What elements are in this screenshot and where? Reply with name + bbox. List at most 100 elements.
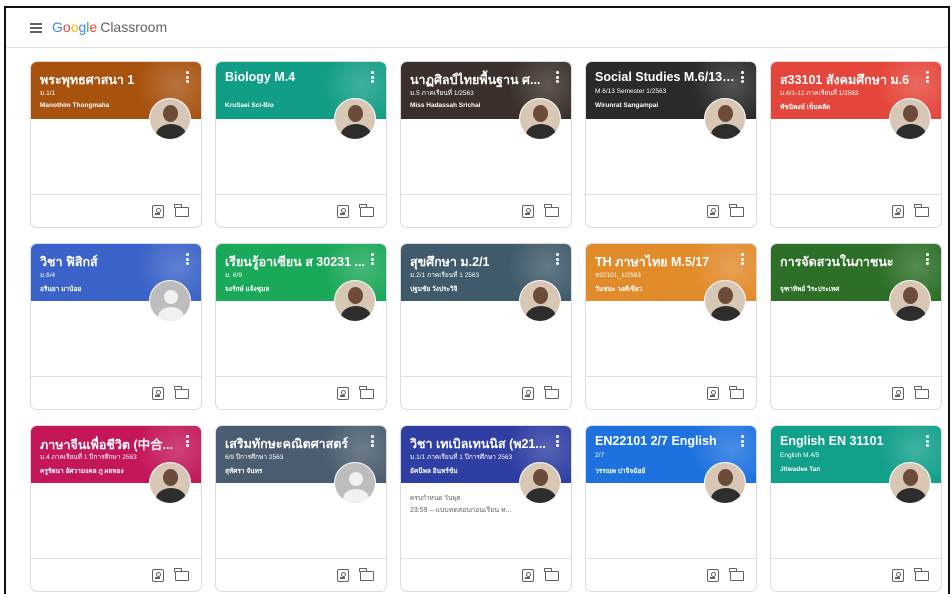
class-card[interactable]: การจัดสวนในภาชนะ จุฑาทิพย์ วิระประเทศ <box>770 243 942 410</box>
folder-icon[interactable] <box>729 386 744 399</box>
folder-icon[interactable] <box>914 204 929 217</box>
more-options-icon[interactable] <box>741 71 744 83</box>
class-card-footer <box>586 194 756 227</box>
more-options-icon[interactable] <box>186 71 189 83</box>
class-title[interactable]: Social Studies M.6/13 ... <box>595 70 735 84</box>
upcoming-assignment[interactable]: ครบกำหนด วันพุธ 23:59 – แบบทดสอบก่อนเรียน… <box>410 493 525 517</box>
class-section: ท32101_1/2563 <box>595 272 641 279</box>
class-card[interactable]: เรียนรู้อาเซียน ส 30231 ... ม. 6/9 จงรักษ์… <box>215 243 387 410</box>
assignment-icon[interactable] <box>152 205 164 218</box>
assignment-due: ครบกำหนด วันพุธ <box>410 495 461 502</box>
more-options-icon[interactable] <box>926 435 929 447</box>
class-card[interactable]: ส33101 สังคมศึกษา ม.6 ม.6/1-12 ภาคเรียนที… <box>770 61 942 228</box>
class-title[interactable]: Biology M.4 <box>225 70 365 84</box>
class-title[interactable]: วิชา เทเบิลเทนนิส (พ21... <box>410 434 550 454</box>
folder-icon[interactable] <box>359 204 374 217</box>
class-card[interactable]: สุขศึกษา ม.2/1 ม.2/1 ภาคเรียนที่ 1 2563 ปฐ… <box>400 243 572 410</box>
class-card[interactable]: EN22101 2/7 English 2/7 วรรณพ ปาจิจฉัยย์ <box>585 425 757 592</box>
more-options-icon[interactable] <box>186 253 189 265</box>
class-card[interactable]: วิชา ฟิสิกส์ ม.6/4 อรินยา มาน้อย <box>30 243 202 410</box>
class-card-footer <box>216 194 386 227</box>
assignment-icon[interactable] <box>522 387 534 400</box>
class-teacher: สุทัศรา จันทร <box>225 468 263 475</box>
logo-letter: G <box>52 19 63 35</box>
assignment-icon[interactable] <box>707 387 719 400</box>
class-card-footer <box>216 376 386 409</box>
class-card[interactable]: Biology M.4 KruSaei Sci-Bio <box>215 61 387 228</box>
teacher-avatar <box>704 280 746 322</box>
assignment-icon[interactable] <box>522 569 534 582</box>
assignment-icon[interactable] <box>337 569 349 582</box>
more-options-icon[interactable] <box>926 253 929 265</box>
class-teacher: Miss Hadassah Srichai <box>410 102 481 109</box>
folder-icon[interactable] <box>174 386 189 399</box>
class-card[interactable]: Social Studies M.6/13 ... M.6/13 Semester… <box>585 61 757 228</box>
more-options-icon[interactable] <box>741 435 744 447</box>
assignment-icon[interactable] <box>707 205 719 218</box>
class-title[interactable]: EN22101 2/7 English <box>595 434 735 448</box>
teacher-avatar <box>889 462 931 504</box>
folder-icon[interactable] <box>174 204 189 217</box>
folder-icon[interactable] <box>544 386 559 399</box>
assignment-icon[interactable] <box>152 569 164 582</box>
class-section: English M.4/5 <box>780 452 820 459</box>
class-title[interactable]: นาฏศิลป์ไทยพื้นฐาน ศ... <box>410 70 550 90</box>
class-teacher: วันชนะ วงศ์เขียว <box>595 286 643 293</box>
more-options-icon[interactable] <box>556 253 559 265</box>
class-card[interactable]: English EN 31101 English M.4/5 Jitwadee Ta… <box>770 425 942 592</box>
google-classroom-logo[interactable]: Google Classroom <box>52 19 167 35</box>
class-title[interactable]: การจัดสวนในภาชนะ <box>780 252 920 272</box>
class-card-footer <box>216 558 386 591</box>
class-section: ม.4 ภาคเรียนที่ 1 ปีการศึกษา 2563 <box>40 454 137 461</box>
assignment-icon[interactable] <box>337 205 349 218</box>
class-card[interactable]: พระพุทธศาสนา 1 ม.1/1 Manothim Thongmaha <box>30 61 202 228</box>
class-teacher: Jitwadee Tan <box>780 466 821 473</box>
class-title[interactable]: สุขศึกษา ม.2/1 <box>410 252 550 272</box>
hamburger-menu-icon[interactable] <box>30 23 42 33</box>
class-title[interactable]: เรียนรู้อาเซียน ส 30231 ... <box>225 252 365 272</box>
folder-icon[interactable] <box>914 568 929 581</box>
assignment-icon[interactable] <box>892 387 904 400</box>
assignment-icon[interactable] <box>707 569 719 582</box>
assignment-title[interactable]: 23:59 – แบบทดสอบก่อนเรียน ห... <box>410 505 525 517</box>
more-options-icon[interactable] <box>371 71 374 83</box>
class-card[interactable]: วิชา เทเบิลเทนนิส (พ21... ม.1/1 ภาคเรียนท… <box>400 425 572 592</box>
folder-icon[interactable] <box>729 568 744 581</box>
class-card[interactable]: นาฏศิลป์ไทยพื้นฐาน ศ... ม.5 ภาคเรียนที่ 1… <box>400 61 572 228</box>
assignment-icon[interactable] <box>892 569 904 582</box>
more-options-icon[interactable] <box>926 71 929 83</box>
class-title[interactable]: English EN 31101 <box>780 434 920 448</box>
teacher-avatar <box>889 280 931 322</box>
class-card[interactable]: ภาษาจีนเพื่อชีวิต (中合... ม.4 ภาคเรียนที่ … <box>30 425 202 592</box>
logo-product-name: Classroom <box>100 19 168 35</box>
class-card[interactable]: เสริมทักษะคณิตศาสตร์ 6/9 ปีการศึกษา 2563 ส… <box>215 425 387 592</box>
teacher-avatar <box>334 280 376 322</box>
class-card-footer <box>31 558 201 591</box>
assignment-icon[interactable] <box>337 387 349 400</box>
assignment-icon[interactable] <box>152 387 164 400</box>
folder-icon[interactable] <box>359 568 374 581</box>
class-title[interactable]: เสริมทักษะคณิตศาสตร์ <box>225 434 365 454</box>
more-options-icon[interactable] <box>556 71 559 83</box>
more-options-icon[interactable] <box>371 253 374 265</box>
logo-letter: o <box>62 19 71 35</box>
folder-icon[interactable] <box>544 568 559 581</box>
more-options-icon[interactable] <box>371 435 374 447</box>
folder-icon[interactable] <box>914 386 929 399</box>
more-options-icon[interactable] <box>186 435 189 447</box>
browser-frame: Google Classroom พระพุทธศาสนา 1 ม.1/1 Manot… <box>4 6 950 594</box>
assignment-icon[interactable] <box>892 205 904 218</box>
class-title[interactable]: ส33101 สังคมศึกษา ม.6 <box>780 70 920 90</box>
class-card[interactable]: TH ภาษาไทย M.5/17 ท32101_1/2563 วันชนะ วงศ… <box>585 243 757 410</box>
assignment-icon[interactable] <box>522 205 534 218</box>
class-section: ม. 6/9 <box>225 272 242 279</box>
class-title[interactable]: TH ภาษาไทย M.5/17 <box>595 252 735 272</box>
folder-icon[interactable] <box>729 204 744 217</box>
folder-icon[interactable] <box>359 386 374 399</box>
folder-icon[interactable] <box>544 204 559 217</box>
folder-icon[interactable] <box>174 568 189 581</box>
more-options-icon[interactable] <box>556 435 559 447</box>
class-title[interactable]: วิชา ฟิสิกส์ <box>40 252 180 272</box>
more-options-icon[interactable] <box>741 253 744 265</box>
class-title[interactable]: พระพุทธศาสนา 1 <box>40 70 180 90</box>
